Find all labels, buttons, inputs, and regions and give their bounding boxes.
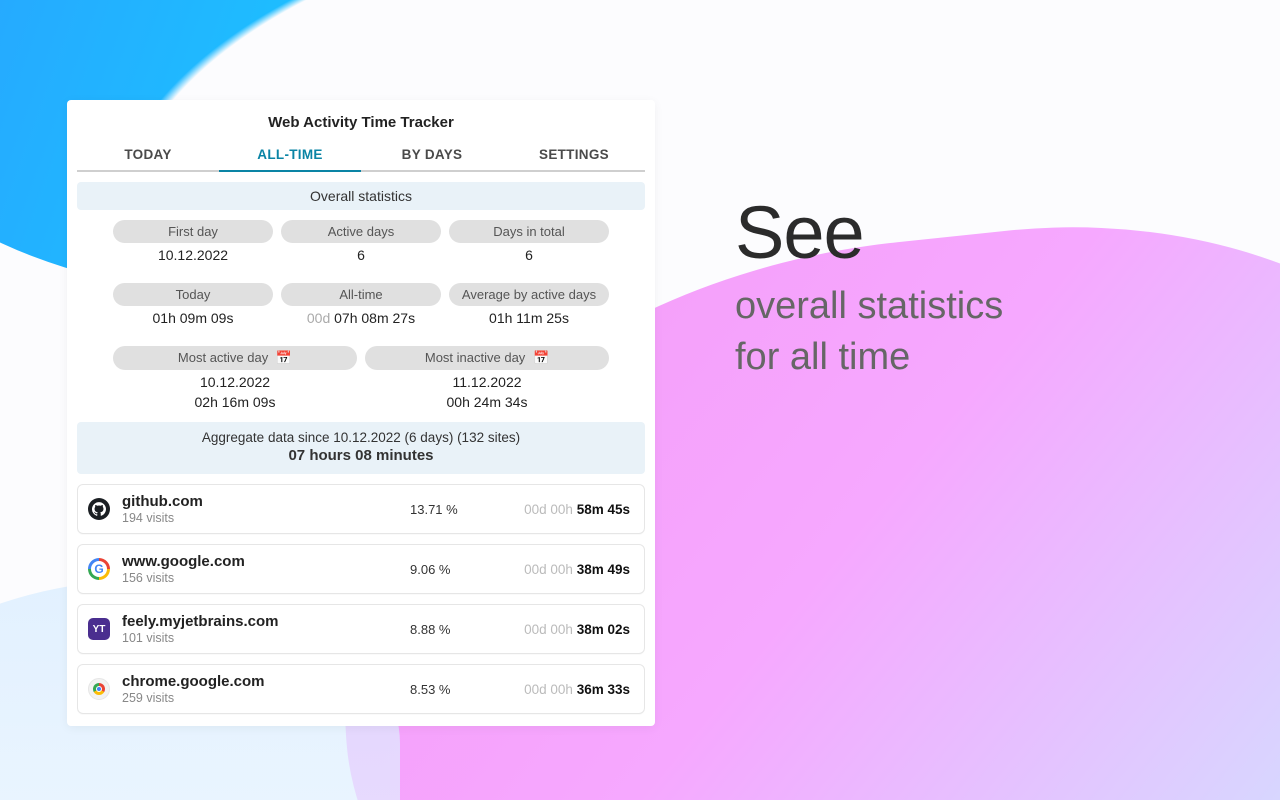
- site-main: github.com 194 visits: [122, 493, 410, 525]
- stats-grid: First day 10.12.2022 Active days 6 Days …: [77, 220, 645, 410]
- stat-date: 10.12.2022: [200, 374, 270, 390]
- stat-value: 6: [357, 247, 365, 263]
- site-percent: 9.06 %: [410, 562, 500, 577]
- marketing-headline: See overall statistics for all time: [735, 190, 1003, 384]
- site-domain: github.com: [122, 493, 410, 510]
- jetbrains-icon: YT: [88, 618, 110, 640]
- tab-by-days[interactable]: BY DAYS: [361, 141, 503, 172]
- aggregate-line2: 07 hours 08 minutes: [77, 447, 645, 464]
- headline-big: See: [735, 190, 1003, 275]
- site-main: www.google.com 156 visits: [122, 553, 410, 585]
- stat-most-active: Most active day 📅 10.12.2022 02h 16m 09s: [113, 346, 357, 410]
- site-time: 00d 00h 58m 45s: [500, 502, 630, 517]
- aggregate-banner: Aggregate data since 10.12.2022 (6 days)…: [77, 422, 645, 474]
- site-time: 00d 00h 38m 02s: [500, 622, 630, 637]
- stat-label: Most inactive day 📅: [365, 346, 609, 370]
- stat-avg-active: Average by active days 01h 11m 25s: [449, 283, 609, 326]
- site-percent: 13.71 %: [410, 502, 500, 517]
- stat-label: Average by active days: [449, 283, 609, 306]
- site-domain: feely.myjetbrains.com: [122, 613, 410, 630]
- stat-time: 00h 24m 34s: [447, 394, 528, 410]
- tab-settings[interactable]: SETTINGS: [503, 141, 645, 172]
- stat-value: 01h 11m 25s: [489, 310, 569, 326]
- app-title: Web Activity Time Tracker: [77, 110, 645, 141]
- app-window: Web Activity Time Tracker TODAY ALL-TIME…: [67, 100, 655, 726]
- site-list: github.com 194 visits 13.71 % 00d 00h 58…: [77, 484, 645, 714]
- stat-value: 6: [525, 247, 533, 263]
- stat-most-inactive: Most inactive day 📅 11.12.2022 00h 24m 3…: [365, 346, 609, 410]
- github-icon: [88, 498, 110, 520]
- tab-today[interactable]: TODAY: [77, 141, 219, 172]
- stat-label: First day: [113, 220, 273, 243]
- calendar-icon: 📅: [276, 350, 292, 366]
- stat-days-total: Days in total 6: [449, 220, 609, 263]
- site-row[interactable]: G www.google.com 156 visits 9.06 % 00d 0…: [77, 544, 645, 594]
- site-row[interactable]: YT feely.myjetbrains.com 101 visits 8.88…: [77, 604, 645, 654]
- site-time: 00d 00h 38m 49s: [500, 562, 630, 577]
- stat-today: Today 01h 09m 09s: [113, 283, 273, 326]
- site-visits: 259 visits: [122, 691, 410, 705]
- stat-label: Today: [113, 283, 273, 306]
- stat-date: 11.12.2022: [452, 374, 521, 390]
- stat-value: 00d 07h 08m 27s: [307, 310, 415, 326]
- stat-label: Active days: [281, 220, 441, 243]
- tabs: TODAY ALL-TIME BY DAYS SETTINGS: [77, 141, 645, 172]
- site-time: 00d 00h 36m 33s: [500, 682, 630, 697]
- site-visits: 101 visits: [122, 631, 410, 645]
- stat-value: 01h 09m 09s: [153, 310, 234, 326]
- site-percent: 8.88 %: [410, 622, 500, 637]
- stat-all-time: All-time 00d 07h 08m 27s: [281, 283, 441, 326]
- site-domain: chrome.google.com: [122, 673, 410, 690]
- site-percent: 8.53 %: [410, 682, 500, 697]
- site-row[interactable]: chrome.google.com 259 visits 8.53 % 00d …: [77, 664, 645, 714]
- stat-label: Days in total: [449, 220, 609, 243]
- calendar-icon: 📅: [533, 350, 549, 366]
- overall-stats-title: Overall statistics: [77, 182, 645, 210]
- site-row[interactable]: github.com 194 visits 13.71 % 00d 00h 58…: [77, 484, 645, 534]
- stat-active-days: Active days 6: [281, 220, 441, 263]
- tab-all-time[interactable]: ALL-TIME: [219, 141, 361, 172]
- site-main: feely.myjetbrains.com 101 visits: [122, 613, 410, 645]
- site-visits: 194 visits: [122, 511, 410, 525]
- stat-first-day: First day 10.12.2022: [113, 220, 273, 263]
- stat-label: All-time: [281, 283, 441, 306]
- aggregate-line1: Aggregate data since 10.12.2022 (6 days)…: [77, 430, 645, 445]
- site-domain: www.google.com: [122, 553, 410, 570]
- site-main: chrome.google.com 259 visits: [122, 673, 410, 705]
- stat-time: 02h 16m 09s: [195, 394, 276, 410]
- google-icon: G: [88, 558, 110, 580]
- headline-sub: overall statistics for all time: [735, 281, 1003, 384]
- stat-value: 10.12.2022: [158, 247, 228, 263]
- chrome-icon: [88, 678, 110, 700]
- stat-label: Most active day 📅: [113, 346, 357, 370]
- site-visits: 156 visits: [122, 571, 410, 585]
